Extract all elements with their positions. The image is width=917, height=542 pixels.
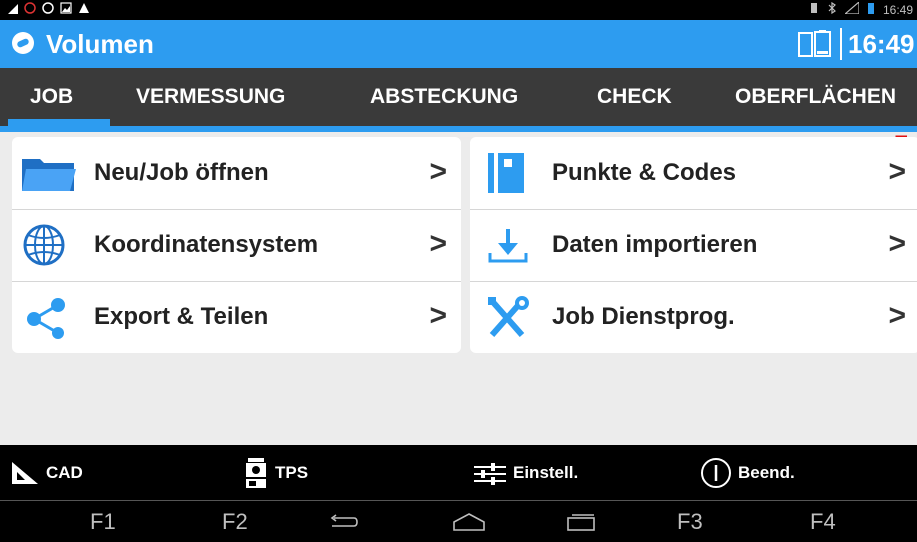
status-icons-right: 16:49 bbox=[809, 0, 913, 17]
active-tab-indicator bbox=[8, 119, 110, 126]
tab-vermessung[interactable]: VERMESSUNG bbox=[136, 68, 285, 126]
share-icon bbox=[27, 298, 65, 339]
title-divider bbox=[840, 28, 842, 60]
menu-item-punkte-codes[interactable]: Punkte & Codes > bbox=[470, 137, 917, 209]
cad-button[interactable]: CAD bbox=[10, 445, 83, 500]
battery-icon bbox=[867, 2, 875, 17]
warning-icon bbox=[78, 2, 90, 17]
system-status-bar: 16:49 bbox=[0, 0, 917, 20]
app-title-bar: Volumen 16:49 bbox=[0, 20, 917, 68]
bottom-toolbar: CAD TPS Einstell. Beend. bbox=[0, 445, 917, 500]
status-time: 16:49 bbox=[882, 2, 913, 17]
status-icons-left bbox=[8, 2, 90, 17]
chevron-right-icon: > bbox=[888, 155, 906, 188]
menu-item-label: Koordinatensystem bbox=[94, 231, 319, 258]
chevron-right-icon: > bbox=[429, 155, 447, 188]
notification-badge-icon bbox=[24, 2, 36, 17]
menu-item-label: Neu/Job öffnen bbox=[94, 159, 269, 186]
menu-item-neu-job-oeffnen[interactable]: Neu/Job öffnen > bbox=[12, 137, 461, 209]
total-station-icon bbox=[246, 457, 266, 488]
tps-button[interactable]: TPS bbox=[243, 445, 308, 500]
f3-key[interactable]: F3 bbox=[677, 501, 703, 542]
menu-item-koordinatensystem[interactable]: Koordinatensystem > bbox=[12, 209, 461, 281]
signal-icon bbox=[843, 0, 860, 17]
sync-icon bbox=[42, 2, 54, 17]
clock: 16:49 bbox=[848, 29, 915, 59]
menu-item-label: Export & Teilen bbox=[94, 303, 269, 330]
menu-item-export-teilen[interactable]: Export & Teilen > bbox=[12, 281, 461, 353]
folder-icon bbox=[22, 159, 76, 191]
bluetooth-icon bbox=[827, 1, 837, 17]
sliders-icon bbox=[474, 462, 506, 485]
device-status-icon[interactable] bbox=[798, 29, 832, 59]
tab-underline bbox=[0, 126, 917, 132]
navigation-bar: F1 F2 F3 F4 bbox=[0, 501, 917, 542]
recent-apps-icon[interactable] bbox=[565, 512, 597, 532]
menu-item-daten-importieren[interactable]: Daten importieren > bbox=[470, 209, 917, 281]
vibrate-icon bbox=[809, 2, 819, 17]
chevron-right-icon: > bbox=[888, 227, 906, 260]
menu-item-label: Daten importieren bbox=[552, 231, 758, 258]
image-icon bbox=[60, 2, 72, 17]
exit-button[interactable]: Beend. bbox=[700, 445, 795, 500]
settings-label: Einstell. bbox=[513, 462, 579, 482]
points-book-icon bbox=[488, 153, 524, 193]
f1-key[interactable]: F1 bbox=[90, 501, 116, 542]
settings-button[interactable]: Einstell. bbox=[473, 445, 578, 500]
tps-label: TPS bbox=[275, 462, 309, 482]
download-icon bbox=[488, 229, 528, 263]
tab-oberflaechen[interactable]: OBERFLÄCHEN bbox=[735, 68, 896, 126]
tab-absteckung[interactable]: ABSTECKUNG bbox=[370, 68, 518, 126]
app-logo-icon[interactable] bbox=[12, 32, 34, 54]
menu-item-label: Job Dienstprog. bbox=[552, 303, 735, 330]
cad-label: CAD bbox=[46, 462, 83, 482]
usb-icon bbox=[8, 2, 18, 17]
f2-key[interactable]: F2 bbox=[222, 501, 248, 542]
chevron-right-icon: > bbox=[429, 227, 447, 260]
chevron-right-icon: > bbox=[429, 299, 447, 332]
power-icon bbox=[701, 457, 731, 488]
globe-icon bbox=[23, 224, 65, 266]
tools-icon bbox=[488, 296, 529, 337]
menu-card-left: Neu/Job öffnen > Koordinatensystem > Exp… bbox=[12, 137, 461, 353]
tab-check[interactable]: CHECK bbox=[597, 68, 672, 126]
chevron-right-icon: > bbox=[888, 299, 906, 332]
ruler-triangle-icon bbox=[12, 461, 38, 484]
menu-item-label: Punkte & Codes bbox=[552, 159, 737, 186]
tab-bar: JOB VERMESSUNG ABSTECKUNG CHECK OBERFLÄC… bbox=[0, 68, 917, 126]
menu-card-right: Punkte & Codes > Daten importieren > Job… bbox=[470, 137, 917, 353]
exit-label: Beend. bbox=[738, 462, 795, 482]
f4-key[interactable]: F4 bbox=[810, 501, 836, 542]
back-icon[interactable] bbox=[328, 514, 358, 530]
menu-item-job-dienstprog[interactable]: Job Dienstprog. > bbox=[470, 281, 917, 353]
page-title: Volumen bbox=[46, 29, 154, 59]
home-icon[interactable] bbox=[452, 512, 486, 532]
tab-job[interactable]: JOB bbox=[30, 68, 73, 126]
